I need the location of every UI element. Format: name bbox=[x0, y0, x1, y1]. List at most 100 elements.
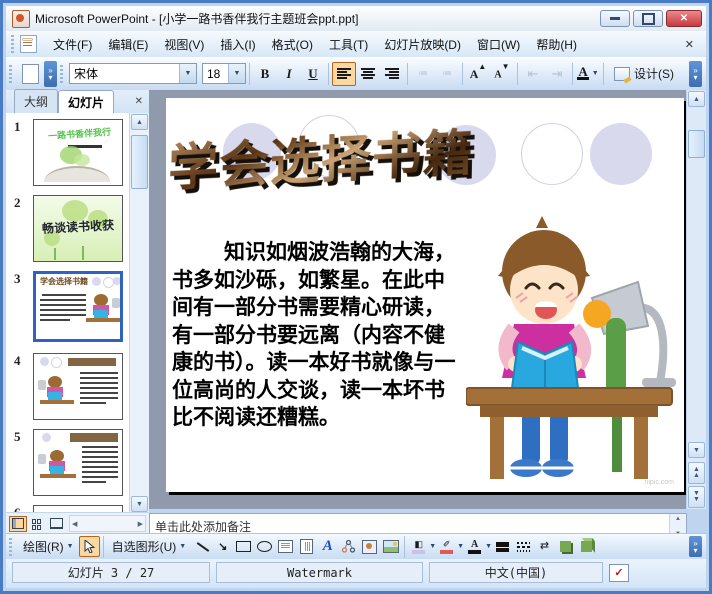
slide-thumbnail-5[interactable] bbox=[33, 429, 123, 496]
normal-view-button[interactable] bbox=[9, 515, 27, 532]
arrow-button[interactable]: ↘ bbox=[212, 536, 233, 557]
slide-sorter-view-button[interactable] bbox=[28, 516, 46, 532]
text-box-button[interactable] bbox=[275, 536, 296, 557]
draw-menu-button[interactable]: 绘图(R) ▼ bbox=[18, 536, 79, 557]
spell-check-icon[interactable]: ✓ bbox=[609, 563, 629, 582]
align-left-button[interactable] bbox=[332, 61, 356, 86]
chevron-down-icon[interactable]: ▼ bbox=[457, 543, 464, 550]
slide-title-wordart[interactable]: 学会选择书籍 bbox=[168, 111, 499, 200]
oval-button[interactable] bbox=[254, 536, 275, 557]
menu-view[interactable]: 视图(V) bbox=[156, 32, 212, 57]
insert-picture-button[interactable] bbox=[380, 536, 401, 557]
chevron-down-icon[interactable]: ▼ bbox=[179, 64, 196, 83]
close-document-icon[interactable]: ✕ bbox=[677, 36, 702, 53]
increase-indent-button[interactable]: ⇥ bbox=[545, 62, 569, 86]
slide-thumbnail-3-selected[interactable]: 学会选择书籍 bbox=[33, 271, 123, 342]
menu-slideshow[interactable]: 幻灯片放映(D) bbox=[376, 32, 469, 57]
slide-canvas[interactable]: 学会选择书籍 知识如烟波浩翰的大海，书多如沙砾，如繁星。在此中间有一部分书需要精… bbox=[166, 98, 684, 492]
toolbar-grip[interactable] bbox=[9, 64, 14, 83]
previous-slide-button[interactable]: ▲ ▲ bbox=[688, 462, 705, 484]
list-item: 1 一路书香伴我行 bbox=[6, 117, 130, 191]
toolbar-grip[interactable] bbox=[60, 64, 65, 83]
menu-edit[interactable]: 编辑(E) bbox=[100, 32, 156, 57]
chevron-down-icon[interactable]: ▼ bbox=[429, 543, 436, 550]
toolbar-overflow-button[interactable]: » ▾ bbox=[44, 60, 57, 87]
scroll-left-icon[interactable]: ◀ bbox=[72, 520, 77, 528]
autoshapes-menu-button[interactable]: 自选图形(U) ▼ bbox=[107, 536, 192, 557]
decrease-indent-button[interactable]: ⇤ bbox=[521, 62, 545, 86]
menu-format[interactable]: 格式(O) bbox=[264, 32, 321, 57]
slide-thumbnail-2[interactable]: 畅谈读书收获 bbox=[33, 195, 123, 262]
increase-font-button[interactable]: A▲ bbox=[466, 62, 490, 86]
line-style-button[interactable] bbox=[492, 536, 513, 557]
restore-button[interactable] bbox=[633, 10, 663, 27]
line-button[interactable] bbox=[191, 536, 212, 557]
font-color-button-draw[interactable]: A bbox=[464, 536, 485, 557]
underline-button[interactable]: U bbox=[301, 62, 325, 86]
slide-thumbnail-1[interactable]: 一路书香伴我行 bbox=[33, 119, 123, 186]
align-center-button[interactable] bbox=[356, 62, 380, 86]
select-objects-button[interactable] bbox=[78, 536, 100, 557]
diagram-button[interactable] bbox=[338, 536, 359, 557]
numbered-list-button[interactable]: ≔ bbox=[411, 62, 435, 86]
chevron-down-icon[interactable]: ▼ bbox=[485, 543, 492, 550]
panel-close-icon[interactable]: ✕ bbox=[135, 96, 143, 107]
slideshow-view-button[interactable] bbox=[47, 516, 65, 532]
menu-window[interactable]: 窗口(W) bbox=[469, 32, 528, 57]
minimize-button[interactable] bbox=[600, 10, 630, 27]
font-name-combobox[interactable]: 宋体 ▼ bbox=[69, 63, 197, 84]
scroll-right-icon[interactable]: ▶ bbox=[138, 520, 143, 528]
scroll-down-icon[interactable]: ▼ bbox=[688, 442, 705, 458]
slide-body-text[interactable]: 知识如烟波浩翰的大海，书多如沙砾，如繁星。在此中间有一部分书需要精心研读，有一部… bbox=[172, 238, 456, 431]
design-template-name: Watermark bbox=[216, 562, 423, 583]
dash-style-button[interactable] bbox=[513, 536, 534, 557]
horizontal-scrollbar[interactable]: ◀ ▶ bbox=[69, 515, 146, 532]
toolbar-overflow-button[interactable]: » ▾ bbox=[689, 536, 702, 557]
font-size-combobox[interactable]: 18 ▼ bbox=[202, 63, 246, 84]
decrease-font-button[interactable]: A▼ bbox=[490, 62, 514, 86]
slide-design-button[interactable]: 设计(S) bbox=[607, 62, 681, 86]
fill-color-button[interactable]: ◧ bbox=[408, 536, 429, 557]
threed-style-button[interactable] bbox=[576, 536, 597, 557]
chevron-down-icon[interactable]: ▼ bbox=[228, 64, 245, 83]
wordart-button[interactable]: A bbox=[317, 536, 338, 557]
tab-slides[interactable]: 幻灯片 bbox=[58, 90, 115, 114]
menu-help[interactable]: 帮助(H) bbox=[528, 32, 585, 57]
toolbar-overflow-button[interactable]: » ▾ bbox=[689, 60, 702, 87]
slide-scrollbar[interactable]: ▲ ▼ ▲ ▲ ▼ ▼ bbox=[686, 90, 706, 509]
rectangle-button[interactable] bbox=[233, 536, 254, 557]
clip-art-button[interactable] bbox=[359, 536, 380, 557]
scrollbar-thumb[interactable] bbox=[131, 135, 148, 189]
align-right-button[interactable] bbox=[380, 62, 404, 86]
close-button[interactable]: ✕ bbox=[666, 10, 702, 27]
align-center-icon bbox=[361, 68, 375, 79]
menu-tools[interactable]: 工具(T) bbox=[321, 32, 376, 57]
scroll-up-icon[interactable]: ▲ bbox=[675, 516, 681, 522]
menu-file[interactable]: 文件(F) bbox=[45, 32, 100, 57]
font-color-button[interactable]: A ▼ bbox=[576, 62, 600, 86]
desk-leg bbox=[634, 417, 648, 479]
bold-button[interactable]: B bbox=[253, 62, 277, 86]
menu-insert[interactable]: 插入(I) bbox=[212, 32, 263, 57]
bullet-list-button[interactable]: ≔ bbox=[435, 62, 459, 86]
line-color-button[interactable]: ✐ bbox=[436, 536, 457, 557]
chevron-down-icon[interactable]: ▼ bbox=[592, 70, 599, 77]
vertical-text-box-button[interactable] bbox=[296, 536, 317, 557]
toolbar-grip[interactable] bbox=[11, 35, 16, 53]
tab-outline[interactable]: 大纲 bbox=[14, 89, 59, 113]
scroll-up-icon[interactable]: ▲ bbox=[688, 91, 705, 107]
shadow-style-button[interactable] bbox=[555, 536, 576, 557]
italic-button[interactable]: I bbox=[277, 62, 301, 86]
arrow-style-button[interactable]: ⇄ bbox=[534, 536, 555, 557]
slide-thumbnail-4[interactable] bbox=[33, 353, 123, 420]
scroll-up-icon[interactable]: ▲ bbox=[131, 114, 148, 130]
arrow-icon: ↘ bbox=[218, 541, 228, 553]
slideshow-icon bbox=[49, 518, 63, 529]
toolbar-grip[interactable] bbox=[9, 537, 14, 556]
slide-sorter-icon bbox=[32, 519, 42, 530]
thumbnails-scrollbar[interactable]: ▲ ▼ bbox=[129, 113, 149, 513]
scrollbar-thumb[interactable] bbox=[688, 130, 705, 158]
new-slide-button[interactable] bbox=[18, 62, 42, 86]
next-slide-button[interactable]: ▼ ▼ bbox=[688, 486, 705, 508]
scroll-down-icon[interactable]: ▼ bbox=[131, 496, 148, 512]
